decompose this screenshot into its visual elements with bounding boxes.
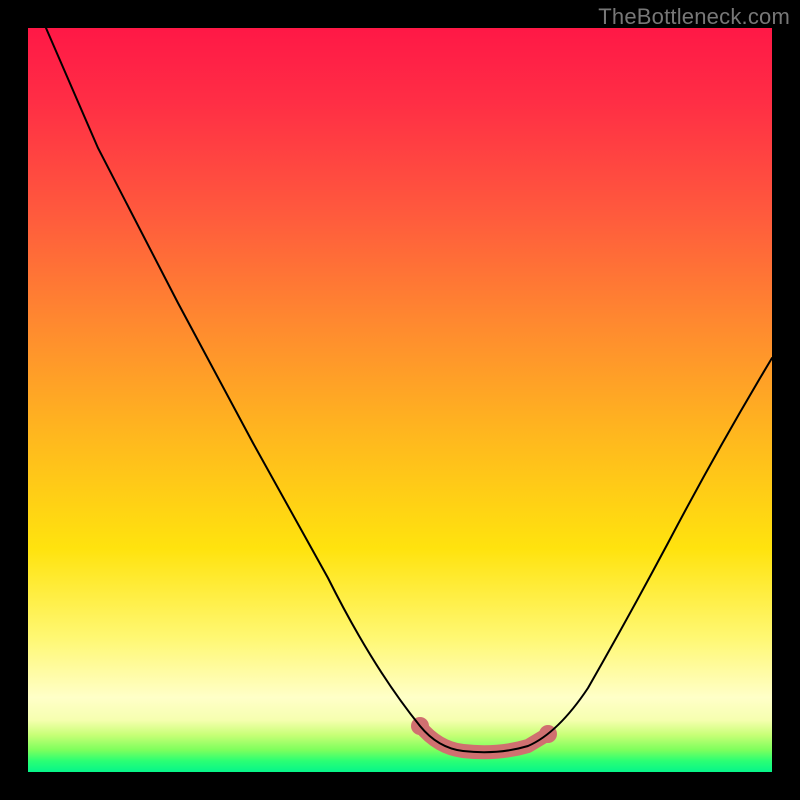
optimal-range-highlight [420,726,548,752]
watermark-text: TheBottleneck.com [598,4,790,30]
curve-svg [28,28,772,772]
chart-frame: TheBottleneck.com [0,0,800,800]
bottleneck-curve [46,28,772,752]
plot-area [28,28,772,772]
